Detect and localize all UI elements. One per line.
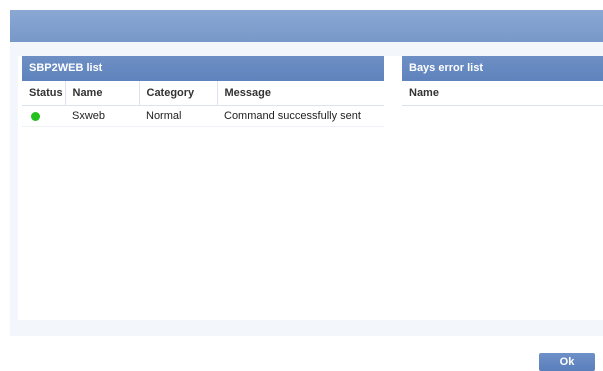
column-header-name[interactable]: Name [65, 81, 140, 106]
sbp2web-list-panel: SBP2WEB list Status Name Category Messag… [22, 56, 384, 320]
sbp2web-table-header-row: Status Name Category Message [22, 81, 384, 106]
column-header-category[interactable]: Category [139, 81, 218, 106]
dialog-body: SBP2WEB list Status Name Category Messag… [10, 42, 603, 371]
column-header-status[interactable]: Status [22, 81, 66, 106]
bays-error-list-table: Name [402, 81, 603, 106]
sbp2web-dialog: SBP2WEB list Status Name Category Messag… [10, 10, 603, 371]
bays-error-list-panel: Bays error list Name [402, 56, 603, 320]
bays-error-list-header: Bays error list [402, 56, 603, 81]
dialog-content: SBP2WEB list Status Name Category Messag… [18, 56, 603, 320]
bays-table-header-row: Name [402, 81, 603, 106]
ok-button[interactable]: Ok [539, 353, 595, 371]
name-cell: Sxweb [65, 105, 139, 127]
category-cell: Normal [139, 105, 217, 127]
dialog-title-bar[interactable] [10, 10, 603, 42]
sbp2web-list-header: SBP2WEB list [22, 56, 384, 81]
table-row[interactable]: Sxweb Normal Command successfully sent [22, 105, 384, 127]
message-cell: Command successfully sent [217, 105, 384, 127]
column-header-bay-name[interactable]: Name [402, 81, 603, 106]
status-ok-icon [31, 111, 40, 121]
status-cell [22, 105, 65, 127]
column-header-message[interactable]: Message [217, 81, 384, 106]
sbp2web-list-table: Status Name Category Message Sxweb Norma… [22, 81, 384, 127]
